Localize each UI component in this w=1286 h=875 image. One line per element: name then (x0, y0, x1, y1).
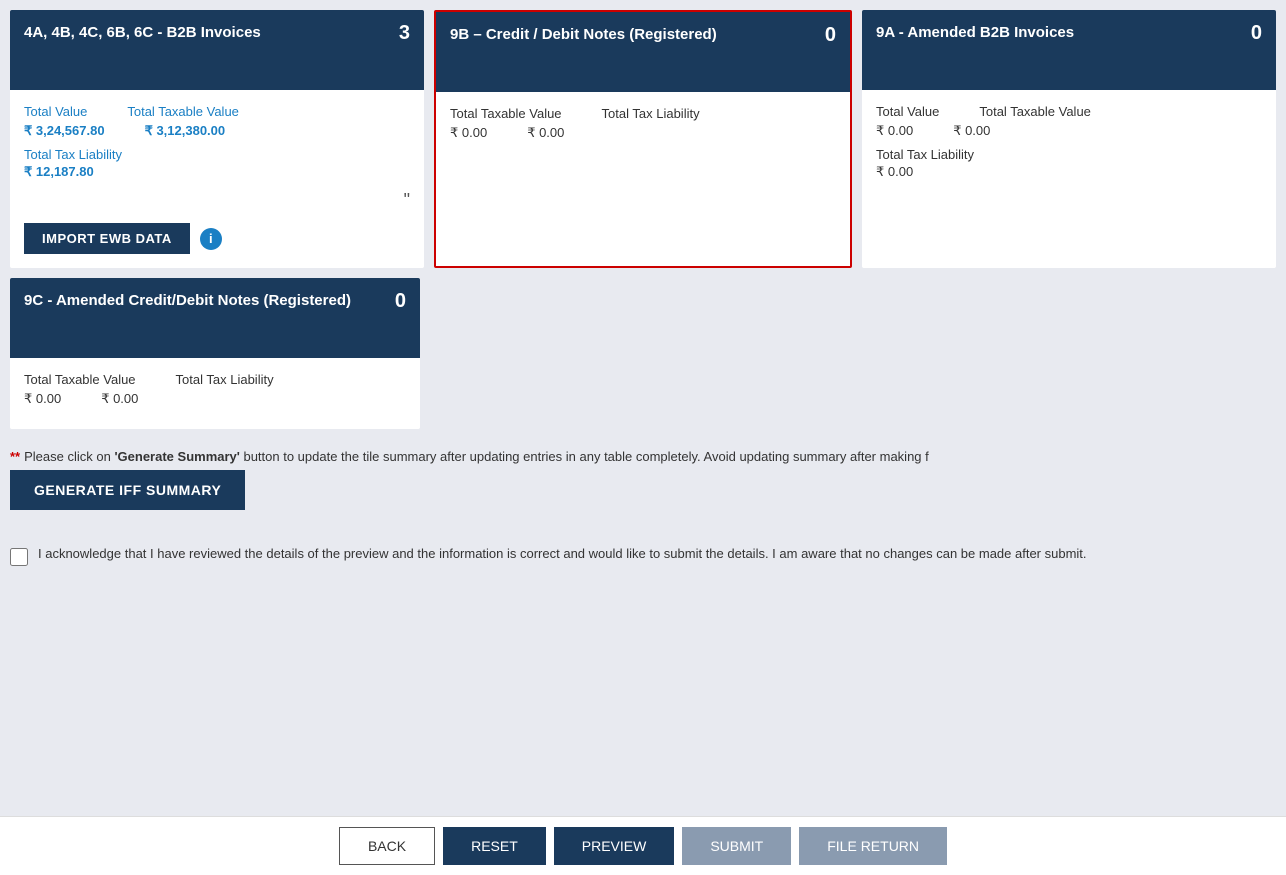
tile-9c-body: Total Taxable Value Total Tax Liability … (10, 358, 420, 429)
import-ewb-button[interactable]: IMPORT EWB DATA (24, 223, 190, 254)
tile-b2b-title: 4A, 4B, 4C, 6B, 6C - B2B Invoices (24, 22, 261, 43)
tile-cdn-body: Total Taxable Value Total Tax Liability … (436, 92, 850, 163)
tile-cdn-count: 0 (825, 24, 836, 47)
tile-9a-title: 9A - Amended B2B Invoices (876, 22, 1074, 43)
tile-b2b: 4A, 4B, 4C, 6B, 6C - B2B Invoices 3 Tota… (10, 10, 424, 268)
tiles-row-1: 4A, 4B, 4C, 6B, 6C - B2B Invoices 3 Tota… (10, 10, 1276, 268)
tile-9c-count: 0 (395, 290, 406, 313)
tile-cdn-title: 9B – Credit / Debit Notes (Registered) (450, 24, 717, 45)
b2b-total-value-label: Total Value (24, 104, 87, 119)
reset-button[interactable]: RESET (443, 827, 546, 865)
9a-total-value-label: Total Value (876, 104, 939, 119)
notice-row: ** Please click on 'Generate Summary' bu… (10, 439, 1276, 470)
tile-9a-count: 0 (1251, 22, 1262, 45)
9a-total-taxable: ₹ 0.00 (953, 123, 990, 139)
cdn-total-tax-label: Total Tax Liability (602, 106, 700, 121)
back-button[interactable]: BACK (339, 827, 435, 865)
tile-9c: 9C - Amended Credit/Debit Notes (Registe… (10, 278, 420, 429)
notice-text2: button to update the tile summary after … (240, 449, 929, 464)
cdn-total-taxable-label: Total Taxable Value (450, 106, 562, 121)
b2b-import-row: IMPORT EWB DATA i (24, 219, 410, 254)
9c-total-tax-label: Total Tax Liability (176, 372, 274, 387)
preview-button[interactable]: PREVIEW (554, 827, 675, 865)
tile-b2b-count: 3 (399, 22, 410, 45)
notice-bold: 'Generate Summary' (114, 449, 239, 464)
9c-total-tax-value: ₹ 0.00 (101, 391, 138, 407)
generate-iff-summary-button[interactable]: GENERATE IFF SUMMARY (10, 470, 245, 510)
bottom-buttons: BACK RESET PREVIEW SUBMIT FILE RETURN (0, 816, 1286, 875)
b2b-total-taxable-label: Total Taxable Value (127, 104, 239, 119)
9c-total-taxable-label: Total Taxable Value (24, 372, 136, 387)
b2b-quotes: " (24, 190, 410, 211)
tile-b2b-body: Total Value Total Taxable Value ₹ 3,24,5… (10, 90, 424, 268)
tile-cdn: 9B – Credit / Debit Notes (Registered) 0… (434, 10, 852, 268)
tile-9a: 9A - Amended B2B Invoices 0 Total Value … (862, 10, 1276, 268)
acknowledge-row: I acknowledge that I have reviewed the d… (10, 536, 1276, 582)
acknowledge-text: I acknowledge that I have reviewed the d… (38, 546, 1087, 561)
9a-total-taxable-label: Total Taxable Value (979, 104, 1091, 119)
b2b-tax-label: Total Tax Liability (24, 147, 410, 162)
info-icon[interactable]: i (200, 228, 222, 250)
b2b-total-taxable: ₹ 3,12,380.00 (145, 123, 226, 139)
tile-b2b-header: 4A, 4B, 4C, 6B, 6C - B2B Invoices 3 (10, 10, 424, 90)
tile-9c-header: 9C - Amended Credit/Debit Notes (Registe… (10, 278, 420, 358)
tiles-row-2: 9C - Amended Credit/Debit Notes (Registe… (10, 278, 1276, 429)
cdn-total-tax-value: ₹ 0.00 (527, 125, 564, 141)
b2b-total-value: ₹ 3,24,567.80 (24, 123, 105, 139)
tile-9a-body: Total Value Total Taxable Value ₹ 0.00 ₹… (862, 90, 1276, 194)
tile-cdn-header: 9B – Credit / Debit Notes (Registered) 0 (436, 12, 850, 92)
submit-button: SUBMIT (682, 827, 791, 865)
acknowledge-checkbox[interactable] (10, 548, 28, 566)
notice-stars: ** (10, 449, 20, 464)
9c-total-taxable-value: ₹ 0.00 (24, 391, 61, 407)
cdn-total-taxable-value: ₹ 0.00 (450, 125, 487, 141)
b2b-tax-value: ₹ 12,187.80 (24, 164, 410, 180)
9a-tax-label: Total Tax Liability (876, 147, 1262, 162)
9a-tax-value: ₹ 0.00 (876, 164, 1262, 180)
9a-total-value: ₹ 0.00 (876, 123, 913, 139)
file-return-button: FILE RETURN (799, 827, 947, 865)
notice-text: Please click on 'Generate Summary' butto… (24, 449, 929, 464)
tile-9c-title: 9C - Amended Credit/Debit Notes (Registe… (24, 290, 351, 311)
tile-9a-header: 9A - Amended B2B Invoices 0 (862, 10, 1276, 90)
